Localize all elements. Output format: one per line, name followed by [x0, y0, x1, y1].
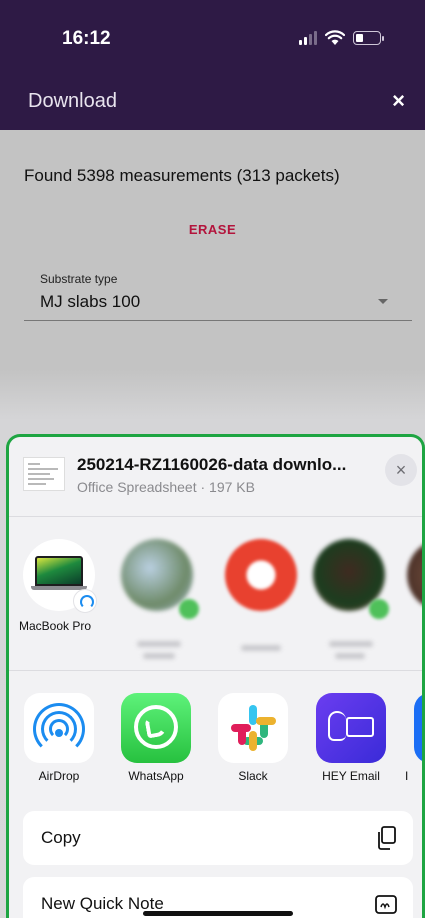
messages-badge-icon [369, 599, 389, 619]
measurements-found-text: Found 5398 measurements (313 packets) [24, 166, 340, 185]
laptop-icon [35, 556, 83, 586]
share-sheet-header: 250214-RZ1160026-data downlo... Office S… [9, 437, 422, 517]
close-button[interactable]: × [392, 88, 405, 114]
hey-email-app-button[interactable] [316, 693, 386, 763]
slack-app-button[interactable] [218, 693, 288, 763]
device-label: MacBook Pro [19, 619, 92, 633]
contact-name-blurred [329, 641, 373, 647]
home-indicator[interactable] [143, 911, 293, 916]
status-time: 16:12 [62, 28, 111, 49]
airdrop-device-macbook-pro[interactable] [23, 539, 97, 613]
contact-name-blurred [137, 641, 181, 647]
file-name: 250214-RZ1160026-data downlo... [77, 455, 347, 474]
file-meta: Office Spreadsheet · 197 KB [77, 479, 255, 495]
copy-action[interactable]: Copy [23, 811, 413, 865]
substrate-type-label: Substrate type [40, 272, 118, 286]
app-label: Slack [238, 769, 268, 783]
close-icon: × [395, 459, 407, 480]
app-label: I [405, 769, 409, 783]
status-icons [299, 30, 384, 46]
airdrop-app-button[interactable] [24, 693, 94, 763]
erase-button[interactable]: ERASE [0, 222, 425, 237]
app-label: WhatsApp [128, 769, 184, 783]
app-label: AirDrop [38, 769, 80, 783]
field-underline [24, 320, 412, 321]
messages-badge-icon [179, 599, 199, 619]
quick-note-icon [375, 895, 397, 914]
whatsapp-app-button[interactable] [121, 693, 191, 763]
cellular-signal-icon [299, 31, 317, 45]
status-bar: 16:12 [0, 0, 425, 76]
substrate-type-select[interactable]: MJ slabs 100 [40, 292, 140, 312]
app-label: HEY Email [322, 769, 380, 783]
battery-icon [353, 31, 384, 45]
contact-avatar[interactable] [407, 539, 422, 611]
share-apps-row: AirDrop WhatsApp Slack HEY Email I [9, 671, 422, 811]
share-sheet: 250214-RZ1160026-data downlo... Office S… [6, 434, 425, 918]
more-app-button[interactable] [414, 693, 422, 763]
contact-avatar[interactable] [225, 539, 297, 611]
airdrop-badge-icon [73, 589, 97, 613]
dropdown-arrow-icon[interactable] [378, 299, 388, 304]
page-title: Download [28, 90, 117, 112]
app-bar: Download × [0, 76, 425, 130]
share-close-button[interactable]: × [385, 454, 417, 486]
file-thumbnail [23, 457, 65, 491]
copy-icon [378, 826, 396, 850]
wifi-icon [325, 30, 345, 45]
share-people-row: MacBook Pro [9, 517, 422, 671]
copy-label: Copy [41, 828, 81, 847]
contact-name-blurred [241, 645, 281, 651]
